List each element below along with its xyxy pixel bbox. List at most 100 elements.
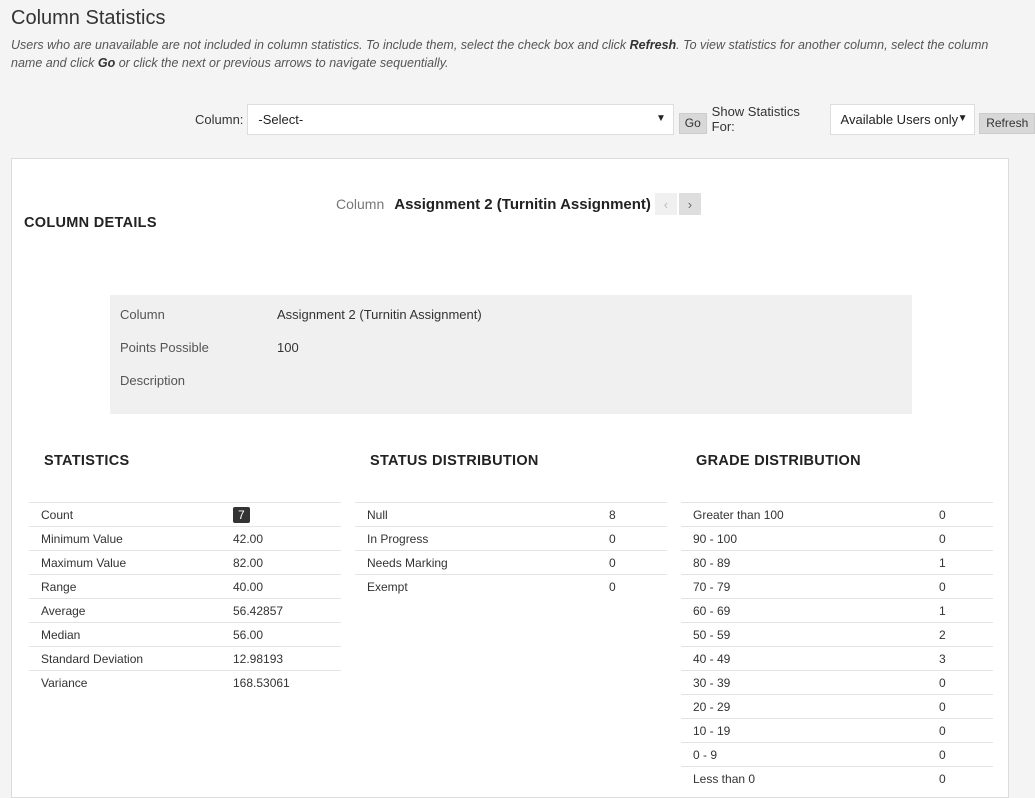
- grade-value: 0: [939, 742, 993, 767]
- grade-value: 0: [939, 526, 993, 551]
- stat-label: Variance: [29, 670, 233, 694]
- detail-row-column: Column Assignment 2 (Turnitin Assignment…: [120, 307, 482, 322]
- instructions-text: Users who are unavailable are not includ…: [11, 36, 1021, 72]
- instructions-bold-refresh: Refresh: [629, 38, 677, 52]
- column-navigator: Column Assignment 2 (Turnitin Assignment…: [336, 193, 701, 215]
- stat-value: 168.53061: [233, 670, 341, 694]
- grade-value: 0: [939, 694, 993, 719]
- stat-value: 56.00: [233, 622, 341, 647]
- statistics-panel: Column Assignment 2 (Turnitin Assignment…: [11, 158, 1009, 798]
- grade-label: 0 - 9: [681, 742, 939, 767]
- column-select-value: -Select-: [258, 111, 304, 127]
- status-value: 0: [609, 574, 667, 598]
- stat-value: 56.42857: [233, 598, 341, 623]
- table-row: 90 - 100 0: [681, 526, 993, 551]
- column-nav-label: Column: [336, 196, 385, 212]
- stat-value: 7: [233, 502, 341, 527]
- refresh-button[interactable]: Refresh: [979, 112, 1035, 134]
- statistics-table: Count 7 Minimum Value 42.00 Maximum Valu…: [29, 502, 341, 694]
- grade-value: 3: [939, 646, 993, 671]
- detail-label: Points Possible: [120, 340, 209, 355]
- instructions-part: Users who are unavailable are not includ…: [11, 38, 630, 52]
- detail-value: 100: [277, 340, 299, 355]
- grade-value: 2: [939, 622, 993, 647]
- grade-label: Greater than 100: [681, 502, 939, 527]
- table-row: Null 8: [355, 502, 667, 527]
- grade-label: 40 - 49: [681, 646, 939, 671]
- table-row: Median 56.00: [29, 622, 341, 647]
- column-select[interactable]: -Select- ▼: [247, 103, 674, 135]
- status-label: Null: [355, 502, 609, 527]
- stat-label: Range: [29, 574, 233, 599]
- stat-label: Average: [29, 598, 233, 623]
- statistics-heading: STATISTICS: [44, 453, 130, 469]
- status-label: Exempt: [355, 574, 609, 598]
- dropdown-arrow-icon: ▼: [957, 112, 968, 124]
- detail-row-description: Description: [120, 373, 277, 388]
- grade-value: 0: [939, 502, 993, 527]
- stat-label: Median: [29, 622, 233, 647]
- table-row: 0 - 9 0: [681, 742, 993, 767]
- grade-label: 10 - 19: [681, 718, 939, 743]
- detail-label: Column: [120, 307, 165, 322]
- stat-value: 12.98193: [233, 646, 341, 671]
- instructions-part: or click the next or previous arrows to …: [115, 56, 449, 70]
- status-value: 0: [609, 526, 667, 551]
- dropdown-arrow-icon: ▼: [655, 112, 666, 124]
- stat-label: Count: [29, 502, 233, 527]
- grade-label: 70 - 79: [681, 574, 939, 599]
- status-distribution-heading: STATUS DISTRIBUTION: [370, 453, 539, 469]
- grade-value: 1: [939, 598, 993, 623]
- table-row: 10 - 19 0: [681, 718, 993, 743]
- table-row: 20 - 29 0: [681, 694, 993, 719]
- column-details-box: Column Assignment 2 (Turnitin Assignment…: [110, 295, 912, 414]
- grade-label: Less than 0: [681, 766, 939, 790]
- table-row: 50 - 59 2: [681, 622, 993, 647]
- table-row: Average 56.42857: [29, 598, 341, 623]
- table-row: 60 - 69 1: [681, 598, 993, 623]
- column-label: Column:: [195, 111, 244, 127]
- grade-value: 0: [939, 766, 993, 790]
- table-row: Range 40.00: [29, 574, 341, 599]
- status-value: 8: [609, 502, 667, 527]
- go-button[interactable]: Go: [678, 112, 707, 134]
- grade-value: 1: [939, 550, 993, 575]
- page-title: Column Statistics: [11, 7, 166, 29]
- stat-label: Minimum Value: [29, 526, 233, 551]
- table-row: Exempt 0: [355, 574, 667, 598]
- table-row: Count 7: [29, 502, 341, 527]
- detail-row-points: Points Possible 100: [120, 340, 299, 355]
- grade-label: 20 - 29: [681, 694, 939, 719]
- table-row: 40 - 49 3: [681, 646, 993, 671]
- table-row: Needs Marking 0: [355, 550, 667, 575]
- grade-value: 0: [939, 574, 993, 599]
- column-toolbar: Column: -Select- ▼ Go Show Statistics Fo…: [195, 103, 1035, 135]
- column-details-heading: COLUMN DETAILS: [24, 215, 157, 231]
- show-statistics-label: Show Statistics For:: [711, 104, 800, 134]
- detail-value: Assignment 2 (Turnitin Assignment): [277, 307, 482, 322]
- grade-distribution-table: Greater than 100 0 90 - 100 0 80 - 89 1 …: [681, 502, 993, 790]
- table-row: In Progress 0: [355, 526, 667, 551]
- table-row: 70 - 79 0: [681, 574, 993, 599]
- table-row: Standard Deviation 12.98193: [29, 646, 341, 671]
- table-row: Greater than 100 0: [681, 502, 993, 527]
- stat-value: 82.00: [233, 550, 341, 575]
- chevron-left-icon[interactable]: ‹: [654, 193, 677, 215]
- status-value: 0: [609, 550, 667, 575]
- grade-value: 0: [939, 718, 993, 743]
- chevron-right-icon[interactable]: ›: [678, 193, 701, 215]
- grade-label: 30 - 39: [681, 670, 939, 695]
- instructions-bold-go: Go: [97, 56, 116, 70]
- status-label: Needs Marking: [355, 550, 609, 575]
- stat-value: 40.00: [233, 574, 341, 599]
- show-statistics-value: Available Users only: [840, 111, 959, 127]
- grade-label: 50 - 59: [681, 622, 939, 647]
- grade-value: 0: [939, 670, 993, 695]
- count-badge: 7: [233, 506, 250, 523]
- stat-label: Standard Deviation: [29, 646, 233, 671]
- detail-label: Description: [120, 373, 186, 388]
- column-nav-name: Assignment 2 (Turnitin Assignment): [394, 195, 651, 213]
- status-label: In Progress: [355, 526, 609, 551]
- table-row: Variance 168.53061: [29, 670, 341, 694]
- show-statistics-select[interactable]: Available Users only ▼: [829, 103, 976, 135]
